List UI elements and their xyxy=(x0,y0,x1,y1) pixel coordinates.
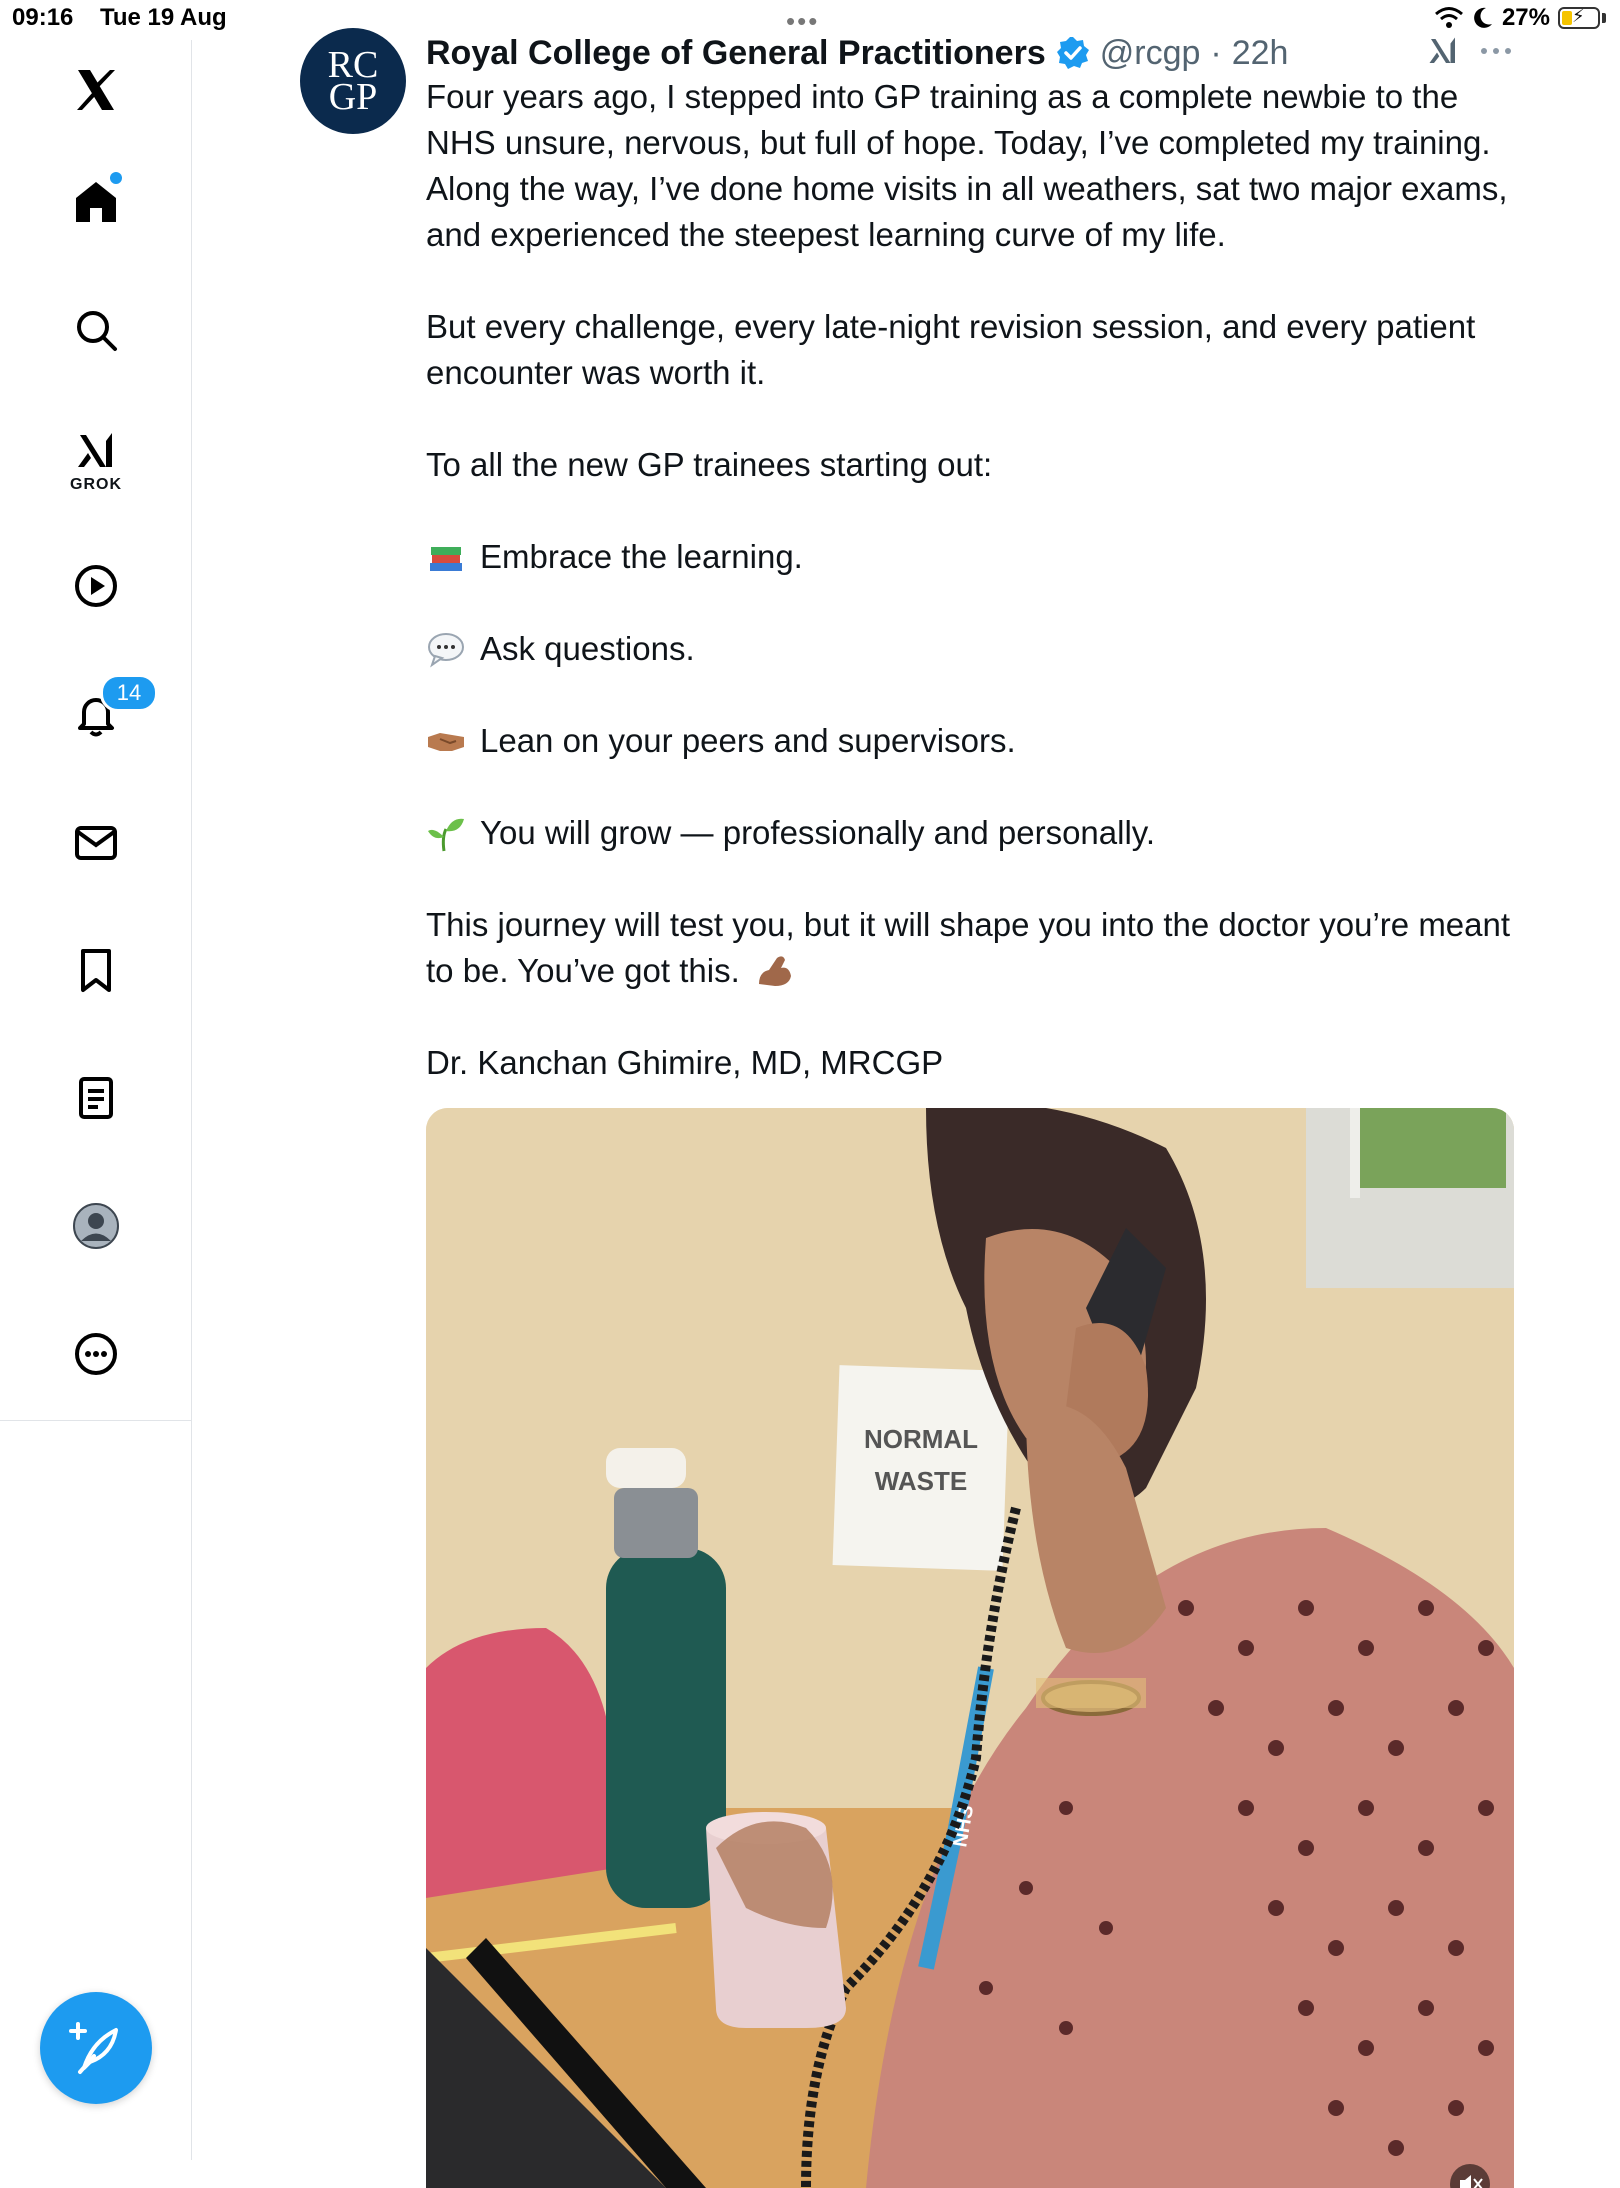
tweet-signature: Dr. Kanchan Ghimire, MD, MRCGP xyxy=(426,1044,944,1081)
sign-text-line1: NORMAL xyxy=(864,1424,978,1454)
verified-badge-icon xyxy=(1056,37,1089,69)
notification-count-badge: 14 xyxy=(100,674,158,712)
bullet-text: Lean on your peers and supervisors. xyxy=(480,722,1016,759)
battery-percent: 27% xyxy=(1501,4,1550,31)
lists-icon[interactable] xyxy=(56,1058,136,1138)
tweet-video[interactable]: NORMAL WASTE NHS xyxy=(426,1108,1514,2188)
books-emoji-icon xyxy=(430,547,462,571)
battery-charging-icon: ⚡ xyxy=(1558,6,1600,29)
avatar-text-bottom: GP xyxy=(328,76,378,118)
tweet-header-actions xyxy=(1425,32,1513,70)
tweet-bullet: Lean on your peers and supervisors. xyxy=(426,718,1526,764)
more-circle-icon[interactable] xyxy=(56,1314,136,1394)
wifi-icon xyxy=(1434,7,1463,28)
seedling-emoji-icon xyxy=(428,818,464,852)
grok-label: GROK xyxy=(70,476,122,493)
post-time[interactable]: 22h xyxy=(1232,34,1289,73)
bullet-text: You will grow — professionally and perso… xyxy=(480,814,1156,851)
bullet-text: Ask questions. xyxy=(480,630,695,667)
status-indicators: 27% ⚡ xyxy=(1434,4,1606,32)
author-name[interactable]: Royal College of General Practitioners xyxy=(426,34,1046,73)
tweet-paragraph: To all the new GP trainees starting out: xyxy=(426,446,993,483)
home-icon[interactable] xyxy=(56,162,136,242)
tweet-paragraph: But every challenge, every late-night re… xyxy=(426,308,1476,391)
handshake-emoji-icon xyxy=(428,733,464,751)
search-icon[interactable] xyxy=(56,290,136,370)
home-unread-dot xyxy=(110,172,122,184)
bookmark-icon[interactable] xyxy=(56,930,136,1010)
sidebar-nav: GROK 14 xyxy=(0,40,192,2160)
x-logo-icon[interactable] xyxy=(56,50,136,130)
bullet-text: Embrace the learning. xyxy=(480,538,803,575)
more-options-icon[interactable] xyxy=(1479,45,1513,57)
sign-text-line2: WASTE xyxy=(875,1466,967,1496)
compose-post-button[interactable] xyxy=(40,1992,152,2104)
profile-avatar-icon[interactable] xyxy=(56,1186,136,1266)
sidebar-divider xyxy=(0,1420,192,1421)
video-frame: NORMAL WASTE NHS xyxy=(426,1108,1514,2188)
status-time: 09:16 xyxy=(12,4,74,31)
tweet-paragraph: This journey will test you, but it will … xyxy=(426,902,1526,994)
tweet-bullet: You will grow — professionally and perso… xyxy=(426,810,1526,856)
messages-envelope-icon[interactable] xyxy=(56,802,136,882)
notifications-bell-icon[interactable]: 14 xyxy=(56,674,158,754)
status-date: Tue 19 Aug xyxy=(100,4,227,31)
speech-bubble-emoji-icon xyxy=(428,633,464,668)
tweet-bullet: Embrace the learning. xyxy=(426,534,1526,580)
tweet-paragraph: Four years ago, I stepped into GP traini… xyxy=(426,78,1508,253)
mute-icon[interactable] xyxy=(1450,2164,1490,2188)
tweet-bullet: Ask questions. xyxy=(426,626,1526,672)
video-play-icon[interactable] xyxy=(56,546,136,626)
tweet-header: Royal College of General Practitioners @… xyxy=(426,28,1288,78)
moon-icon xyxy=(1474,7,1492,28)
tweet-paragraph-text: This journey will test you, but it will … xyxy=(426,906,1511,989)
tweet-text: Four years ago, I stepped into GP traini… xyxy=(426,74,1526,1086)
flexed-biceps-emoji-icon xyxy=(758,956,791,986)
grok-explain-icon[interactable] xyxy=(1425,32,1461,70)
author-handle[interactable]: @rcgp xyxy=(1100,34,1201,73)
compose-post-icon xyxy=(69,2022,118,2074)
grok-icon[interactable]: GROK xyxy=(56,418,136,498)
separator-dot: · xyxy=(1210,33,1222,72)
author-avatar[interactable]: RC GP xyxy=(300,28,406,134)
